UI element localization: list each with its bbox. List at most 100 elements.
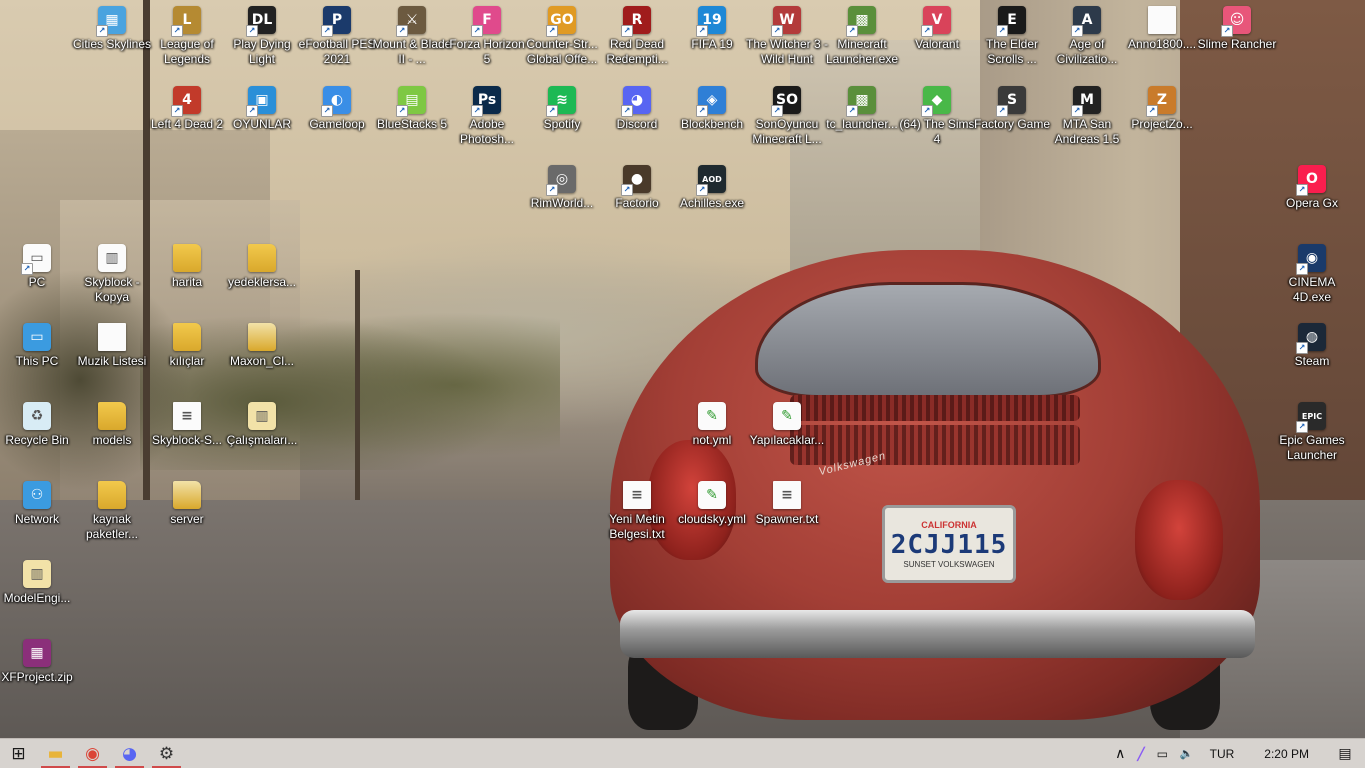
wallpaper-utility-pole-far — [355, 270, 360, 500]
desktop-icon-19[interactable]: ▤BlueStacks 5 — [374, 86, 450, 132]
desktop-icon-45[interactable]: models — [74, 402, 150, 448]
desktop-icon-7[interactable]: RRed Dead Redempti... — [599, 6, 675, 67]
desktop-icon-37[interactable]: yedeklersa... — [224, 244, 300, 290]
tray-language-indicator[interactable]: TUR — [1200, 739, 1249, 768]
desktop-icon-20[interactable]: PsAdobe Photosh... — [449, 86, 525, 147]
desktop-icon-21[interactable]: ≋Spotify — [524, 86, 600, 132]
desktop-icon-54[interactable]: ≡ Yeni Metin Belgesi.txt — [599, 481, 675, 542]
desktop-icon-43[interactable]: ◍Steam — [1274, 323, 1350, 369]
desktop-icon-17[interactable]: ▣OYUNLAR — [224, 86, 300, 132]
desktop-icon-13[interactable]: AAge of Civilizatio... — [1049, 6, 1125, 67]
desktop-icon-24[interactable]: SOSonOyuncu Minecraft L... — [749, 86, 825, 147]
desktop-icon-0[interactable]: ▦Cities Skylines — [73, 6, 151, 52]
desktop-icon-40[interactable]: Muzik Listesi — [74, 323, 150, 369]
desktop-icon-41[interactable]: kılıçlar — [149, 323, 225, 369]
desktop-icon-53[interactable]: server — [149, 481, 225, 527]
desktop-icon-49[interactable]: ✎ Yapılacaklar... — [749, 402, 825, 448]
desktop-icon-label: kaynak paketler... — [85, 512, 139, 541]
desktop-icon-label: XFProject.zip — [1, 670, 73, 684]
desktop-icon-57[interactable]: ▥ ModelEngi... — [0, 560, 75, 606]
desktop-icon-28[interactable]: MMTA San Andreas 1.5 — [1049, 86, 1125, 147]
desktop-icon-52[interactable]: kaynak paketler... — [74, 481, 150, 542]
tray-clock[interactable]: 2:20 PM — [1248, 739, 1325, 768]
desktop-icon-26[interactable]: ◆(64) The Sims 4 — [899, 86, 975, 147]
desktop-icon-35[interactable]: ▥ Skyblock - Kopya — [74, 244, 150, 305]
desktop-icon-4[interactable]: ⚔Mount & Blade II - ... — [373, 6, 451, 67]
desktop-icon-2[interactable]: DLPlay Dying Light — [224, 6, 300, 67]
desktop-icon-10[interactable]: ▩Minecraft Launcher.exe — [824, 6, 900, 67]
taskbar-pinned-apps: ⊞ ▬ ◉ ◕ ⚙ — [0, 739, 185, 768]
desktop-icon-label: (64) The Sims 4 — [899, 117, 975, 146]
desktop-icon-56[interactable]: ≡ Spawner.txt — [749, 481, 825, 527]
desktop-icon-8[interactable]: 19FIFA 19 — [674, 6, 750, 52]
plate-state: CALIFORNIA — [921, 519, 977, 530]
desktop-icon-1[interactable]: LLeague of Legends — [149, 6, 225, 67]
league-of-legends-icon: L — [171, 6, 201, 37]
factorio-icon: ● — [621, 165, 651, 196]
folder-zip-icon: ▥ — [23, 560, 51, 588]
desktop-icon-55[interactable]: ✎ cloudsky.yml — [674, 481, 750, 527]
desktop-icon-58[interactable]: ▦ XFProject.zip — [0, 639, 75, 685]
desktop-icon-label: Steam — [1294, 354, 1330, 368]
desktop-icon-label: FIFA 19 — [691, 37, 733, 51]
desktop-icon-32[interactable]: AODAchilles.exe — [674, 165, 750, 211]
desktop-icon-46[interactable]: ≡ Skyblock-S... — [149, 402, 225, 448]
desktop-icon-48[interactable]: ✎ not.yml — [674, 402, 750, 448]
desktop-icon-22[interactable]: ◕Discord — [599, 86, 675, 132]
desktop-icon-42[interactable]: Maxon_Cl... — [224, 323, 300, 369]
desktop-icon-label: MTA San Andreas 1.5 — [1054, 117, 1120, 146]
desktop-icon-23[interactable]: ◈Blockbench — [674, 86, 750, 132]
desktop-icon-18[interactable]: ◐Gameloop — [299, 86, 375, 132]
start-button[interactable]: ⊞ — [0, 739, 37, 768]
tray-pen-icon[interactable]: ╱ — [1131, 739, 1150, 768]
windows-icon: ⊞ — [11, 743, 26, 764]
desktop-icon-16[interactable]: 4Left 4 Dead 2 — [149, 86, 225, 132]
yml-file-icon: ✎ — [698, 402, 726, 430]
minecraft-icon: ▩ — [846, 6, 876, 37]
desktop-icon-47[interactable]: ▥ Çalışmaları... — [224, 402, 300, 448]
desktop-icon-38[interactable]: ◉CINEMA 4D.exe — [1274, 244, 1350, 305]
plate-number: 2CJJ115 — [890, 529, 1008, 560]
desktop-icon-39[interactable]: ▭ This PC — [0, 323, 75, 369]
desktop-icon-label: This PC — [15, 354, 59, 368]
desktop-icon-6[interactable]: GOCounter-Str... Global Offe... — [524, 6, 600, 67]
notification-center-icon[interactable]: ▤ — [1325, 739, 1365, 768]
desktop-icon-label: BlueStacks 5 — [376, 117, 448, 131]
desktop-icon-label: not.yml — [692, 433, 732, 447]
desktop-icon-12[interactable]: EThe Elder Scrolls ... — [974, 6, 1050, 67]
left4dead-icon: 4 — [171, 86, 201, 117]
desktop-icon-51[interactable]: ⚇ Network — [0, 481, 75, 527]
desktop-icon-33[interactable]: OOpera Gx — [1274, 165, 1350, 211]
desktop-icon-50[interactable]: EPICEpic Games Launcher — [1274, 402, 1350, 463]
desktop-icon-3[interactable]: PeFootball PES 2021 — [299, 6, 375, 67]
desktop-icon-31[interactable]: ●Factorio — [599, 165, 675, 211]
desktop-icon-25[interactable]: ▩tc_launcher... — [824, 86, 900, 132]
taskbar-file-explorer[interactable]: ▬ — [37, 739, 74, 768]
desktop-icon-34[interactable]: ▭PC — [0, 244, 75, 290]
taskbar-chrome[interactable]: ◉ — [74, 739, 111, 768]
desktop-icon-29[interactable]: ZProjectZo... — [1124, 86, 1200, 132]
desktop-icon-44[interactable]: ♻ Recycle Bin — [0, 402, 75, 448]
taskbar-discord[interactable]: ◕ — [111, 739, 148, 768]
desktop-icon-label: Yeni Metin Belgesi.txt — [609, 512, 665, 541]
yml-file-icon: ✎ — [773, 402, 801, 430]
yml-file-icon: ✎ — [698, 481, 726, 509]
tray-overflow-chevron-icon[interactable]: ∧ — [1109, 739, 1131, 768]
taskbar-settings[interactable]: ⚙ — [148, 739, 185, 768]
desktop-icon-27[interactable]: SFactory Game — [974, 86, 1050, 132]
desktop-icon-30[interactable]: ◎RimWorld... — [524, 165, 600, 211]
desktop-icon-9[interactable]: WThe Witcher 3 - Wild Hunt — [746, 6, 828, 67]
taskbar: ⊞ ▬ ◉ ◕ ⚙ ∧ ╱ ▭ 🔈 TUR 2:20 PM ▤ — [0, 738, 1365, 768]
satisfactory-icon: S — [996, 86, 1026, 117]
desktop-icon-11[interactable]: VValorant — [899, 6, 975, 52]
tray-volume-icon[interactable]: 🔈 — [1174, 739, 1200, 768]
mount-blade-icon: ⚔ — [396, 6, 426, 37]
desktop-icon-label: Discord — [616, 117, 658, 131]
desktop-icon-14[interactable]: Anno1800.... — [1124, 6, 1200, 52]
wallpaper-car-engine-vent — [790, 395, 1080, 421]
tray-network-icon[interactable]: ▭ — [1151, 739, 1174, 768]
desktop-icon-5[interactable]: FForza Horizon 5 — [449, 6, 525, 67]
desktop-icon-36[interactable]: harita — [149, 244, 225, 290]
desktop-icon-15[interactable]: ☺Slime Rancher — [1198, 6, 1276, 52]
folder-icon — [248, 323, 276, 351]
